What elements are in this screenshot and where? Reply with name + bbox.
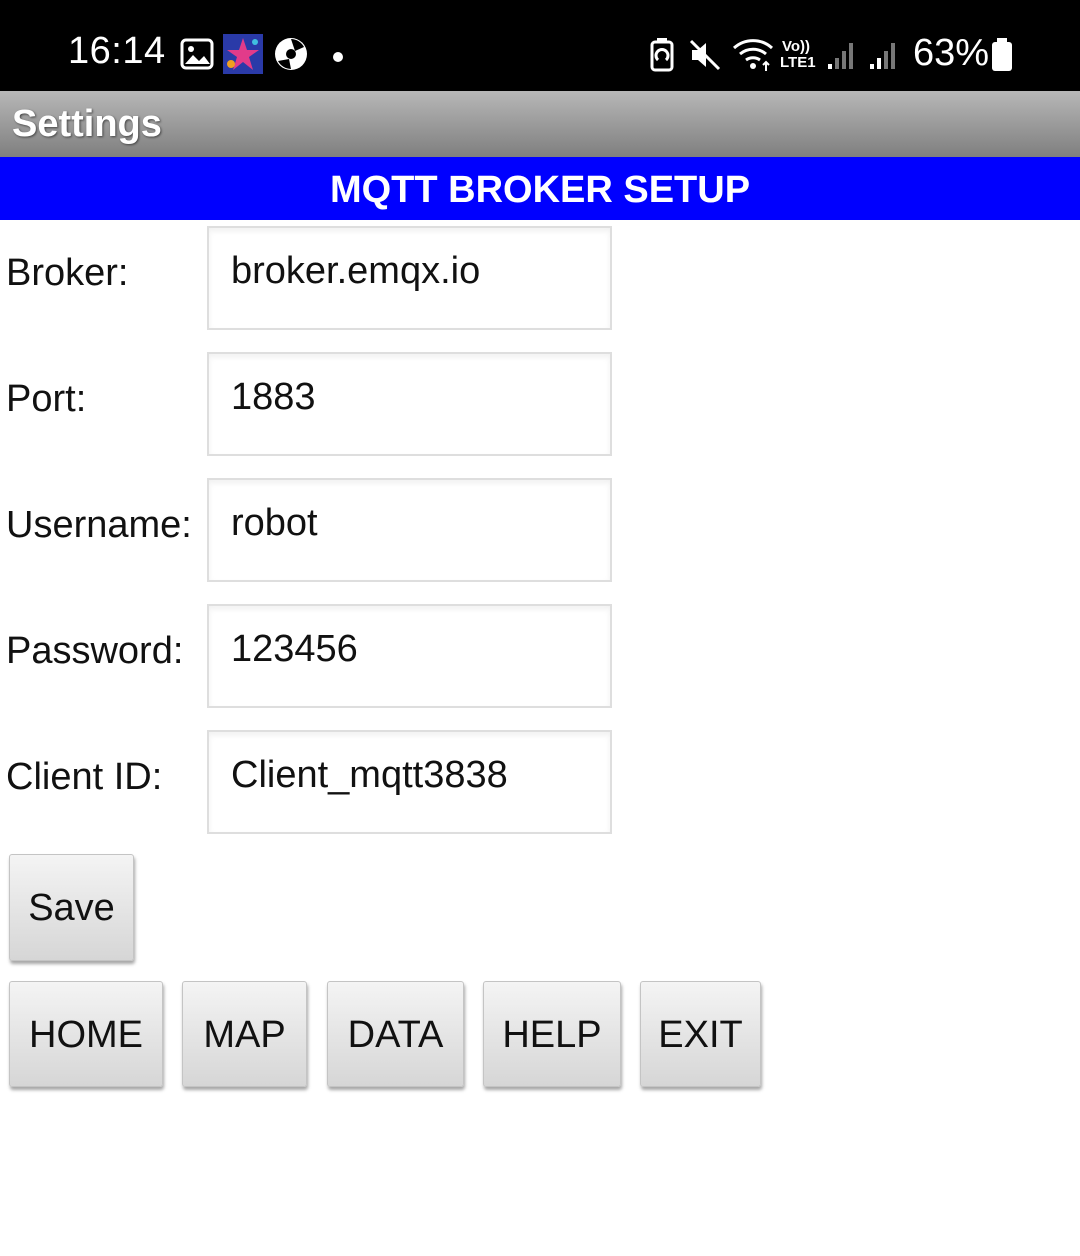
app-thumbnail-icon (223, 34, 263, 79)
client-id-input[interactable]: Client_mqtt3838 (207, 730, 612, 834)
volte-lte-icon: Vo)) LTE1 (780, 38, 824, 72)
help-button[interactable]: HELP (483, 981, 621, 1087)
mute-icon (688, 38, 722, 77)
signal-bars-icon (826, 40, 856, 75)
data-button[interactable]: DATA (327, 981, 464, 1087)
lte-label: LTE1 (780, 54, 816, 71)
section-header: MQTT BROKER SETUP (0, 157, 1080, 220)
notification-dot-icon (332, 50, 344, 68)
port-label: Port: (6, 378, 87, 420)
status-time: 16:14 (68, 30, 166, 72)
wifi-icon (732, 38, 776, 77)
save-button[interactable]: Save (9, 854, 134, 961)
page-title: Settings (12, 103, 162, 145)
username-input[interactable]: robot (207, 478, 612, 582)
password-input[interactable]: 123456 (207, 604, 612, 708)
client-id-label: Client ID: (6, 756, 163, 798)
home-button[interactable]: HOME (9, 981, 163, 1087)
password-label: Password: (6, 630, 184, 672)
media-disc-icon (273, 36, 309, 77)
username-label: Username: (6, 504, 192, 546)
battery-saver-icon (650, 38, 674, 77)
broker-label: Broker: (6, 252, 129, 294)
map-button[interactable]: MAP (182, 981, 307, 1087)
volte-label: Vo)) (782, 38, 811, 55)
battery-percent: 63% (913, 32, 990, 74)
battery-icon (990, 38, 1014, 77)
app-title-bar: Settings (0, 91, 1080, 157)
status-bar: 16:14 Vo)) LTE1 63% (0, 0, 1080, 91)
port-input[interactable]: 1883 (207, 352, 612, 456)
signal-bars-icon (868, 40, 898, 75)
exit-button[interactable]: EXIT (640, 981, 761, 1087)
broker-input[interactable]: broker.emqx.io (207, 226, 612, 330)
gallery-icon (180, 38, 214, 75)
